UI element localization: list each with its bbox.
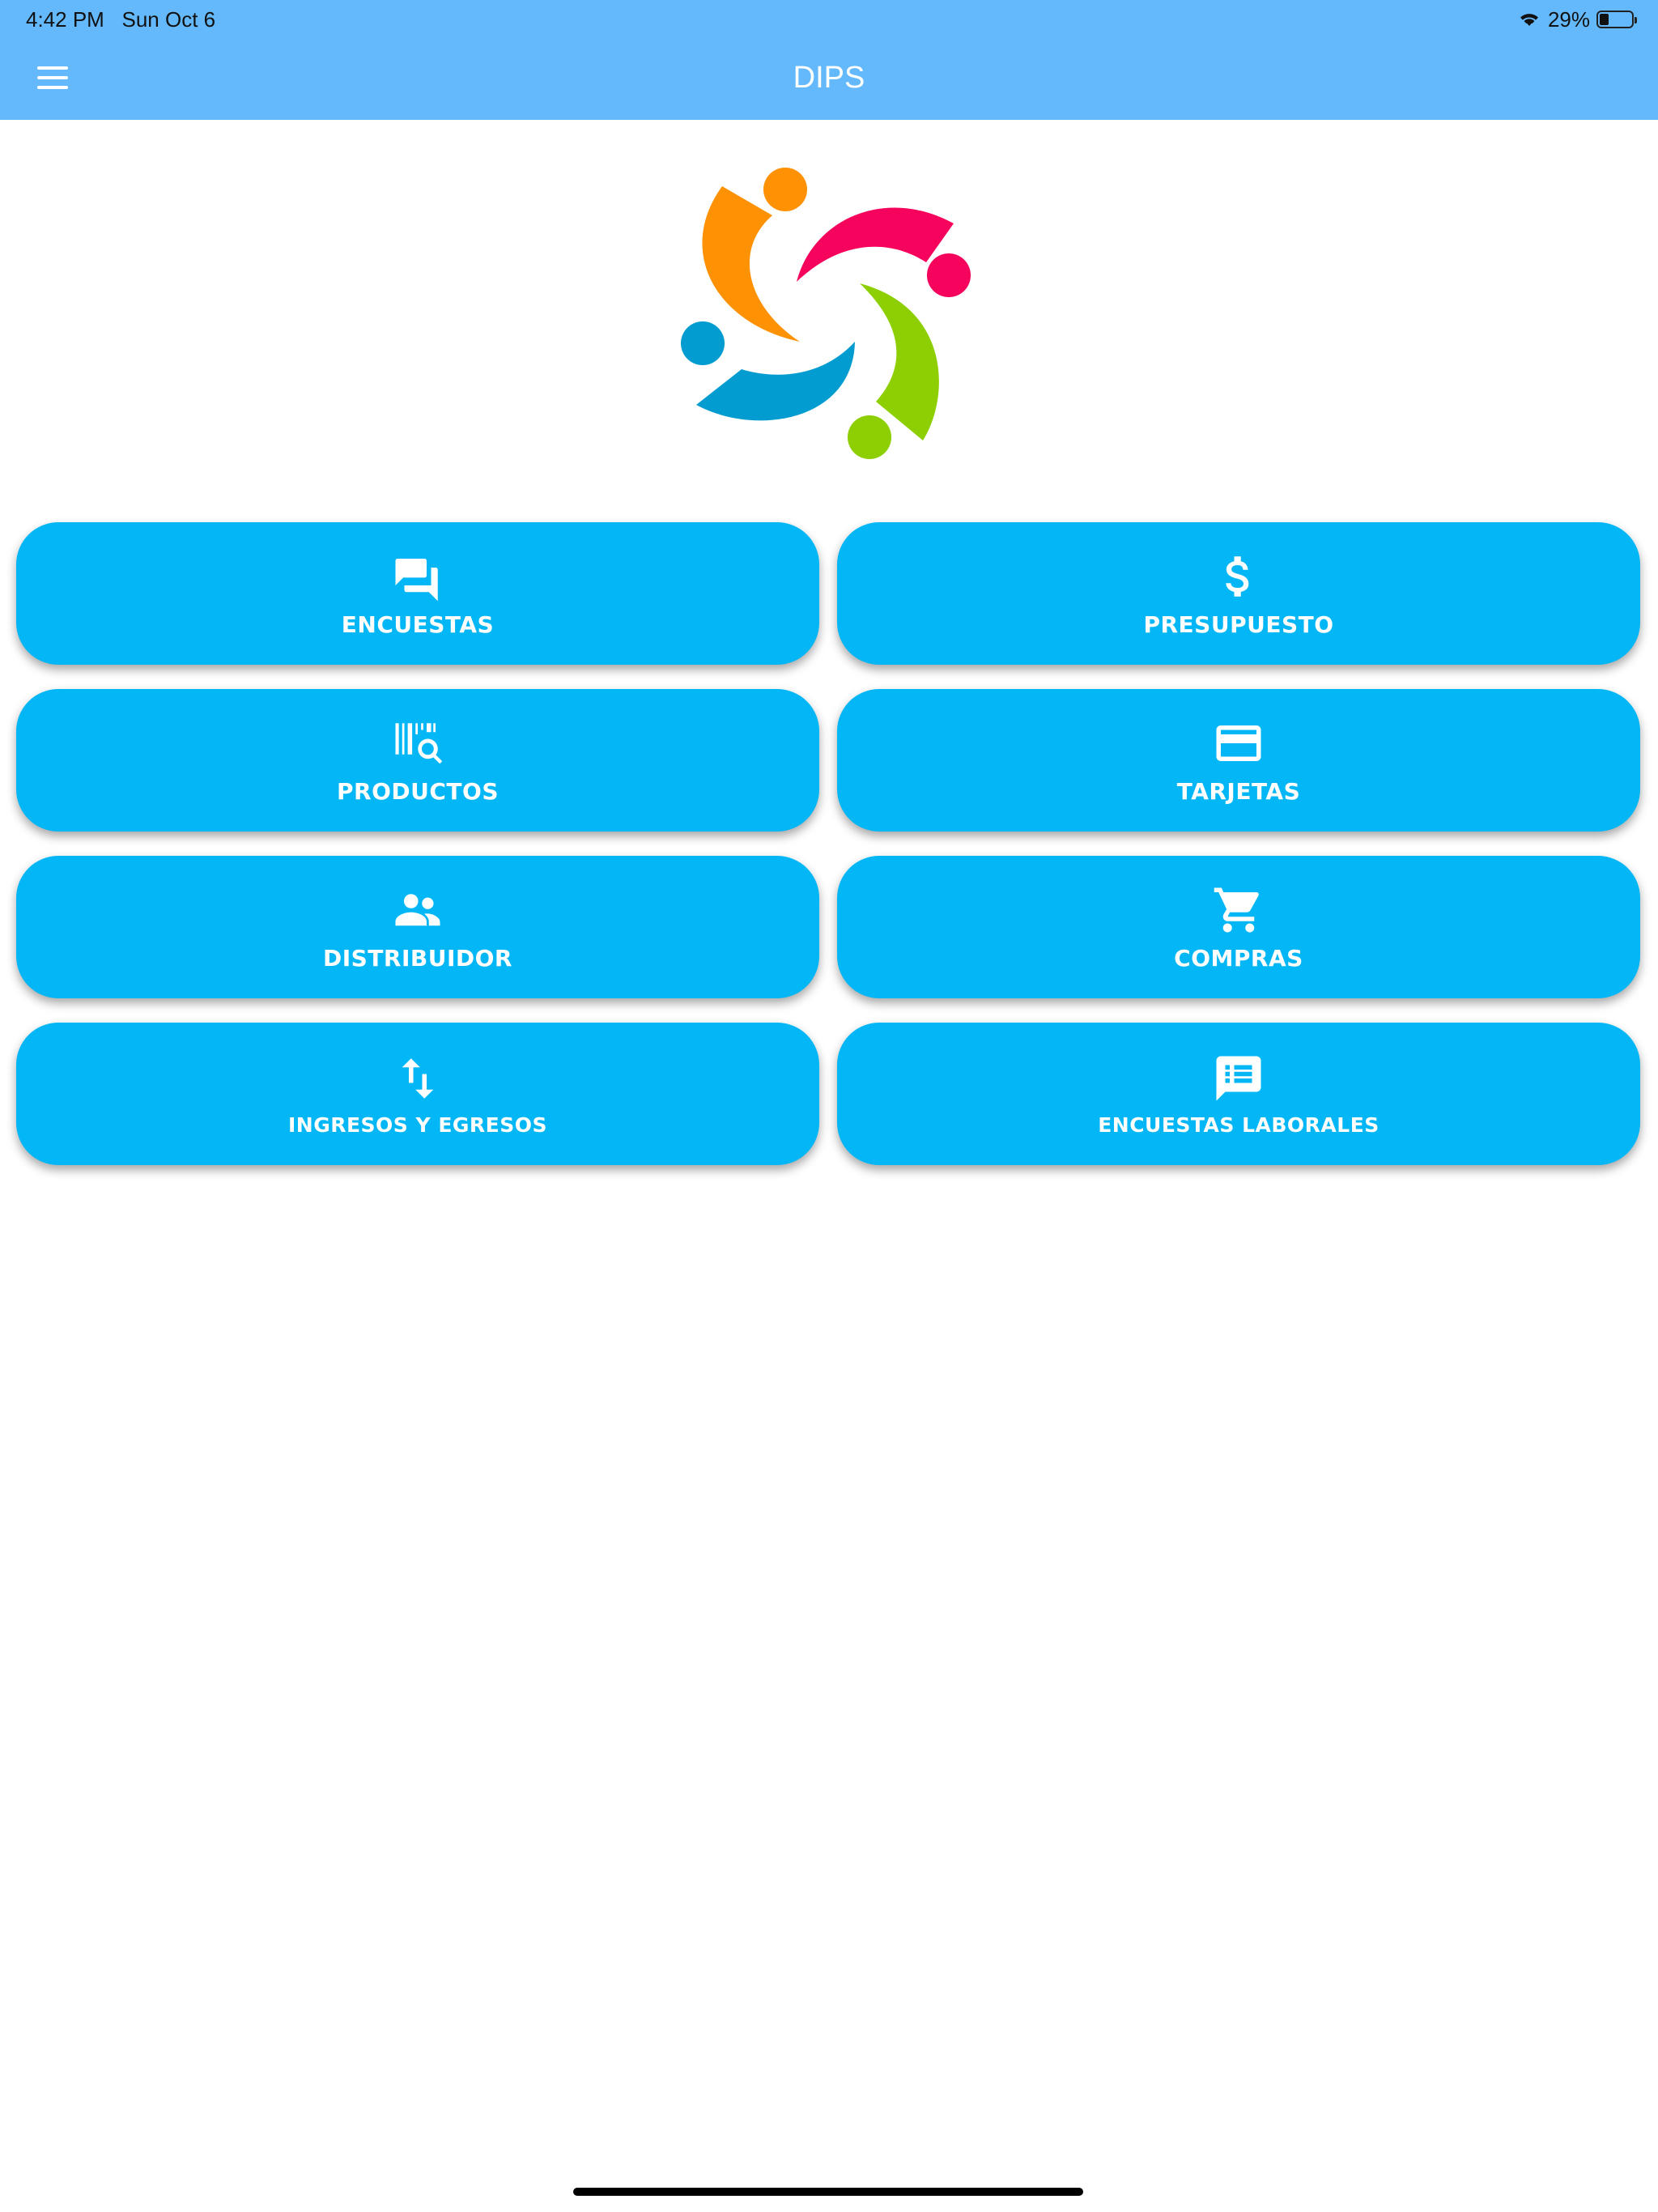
swap-vertical-icon (391, 1052, 444, 1105)
dollar-icon (1212, 550, 1265, 603)
list-message-icon (1212, 1052, 1265, 1105)
tile-presupuesto[interactable]: PRESUPUESTO (837, 522, 1640, 665)
tile-compras[interactable]: COMPRAS (837, 856, 1640, 998)
status-indicators: 29% (1517, 6, 1637, 32)
tile-encuestas[interactable]: ENCUESTAS (16, 522, 819, 665)
tile-label: INGRESOS Y EGRESOS (287, 1112, 548, 1137)
tile-label: PRESUPUESTO (1143, 610, 1334, 638)
tile-label: DISTRIBUIDOR (322, 944, 512, 972)
tile-distribuidor[interactable]: DISTRIBUIDOR (16, 856, 819, 998)
credit-card-icon (1212, 717, 1265, 770)
home-indicator[interactable] (573, 2188, 1083, 2196)
battery-icon (1596, 11, 1637, 28)
barcode-search-icon (391, 717, 444, 770)
tile-label: COMPRAS (1174, 944, 1303, 972)
tile-tarjetas[interactable]: TARJETAS (837, 689, 1640, 832)
battery-level (1600, 14, 1609, 25)
wifi-icon (1520, 14, 1538, 26)
app-title: DIPS (793, 61, 865, 95)
app-bar: 4:42 PM Sun Oct 6 29% DIPS (0, 0, 1658, 120)
status-time: 4:42 PM Sun Oct 6 (26, 7, 216, 32)
tile-encuestas-laborales[interactable]: ENCUESTAS LABORALES (837, 1023, 1640, 1165)
battery-percent: 29% (1547, 6, 1590, 32)
tile-label: PRODUCTOS (337, 777, 499, 805)
chat-bubbles-icon (391, 550, 444, 603)
tile-ingresos-y-egresos[interactable]: INGRESOS Y EGRESOS (16, 1023, 819, 1165)
shopping-cart-icon (1212, 883, 1265, 937)
people-icon (391, 883, 444, 937)
tile-label: ENCUESTAS (341, 610, 495, 638)
tile-productos[interactable]: PRODUCTOS (16, 689, 819, 832)
app-logo (681, 168, 971, 459)
tile-label: TARJETAS (1176, 777, 1301, 805)
tile-label: ENCUESTAS LABORALES (1098, 1112, 1380, 1137)
